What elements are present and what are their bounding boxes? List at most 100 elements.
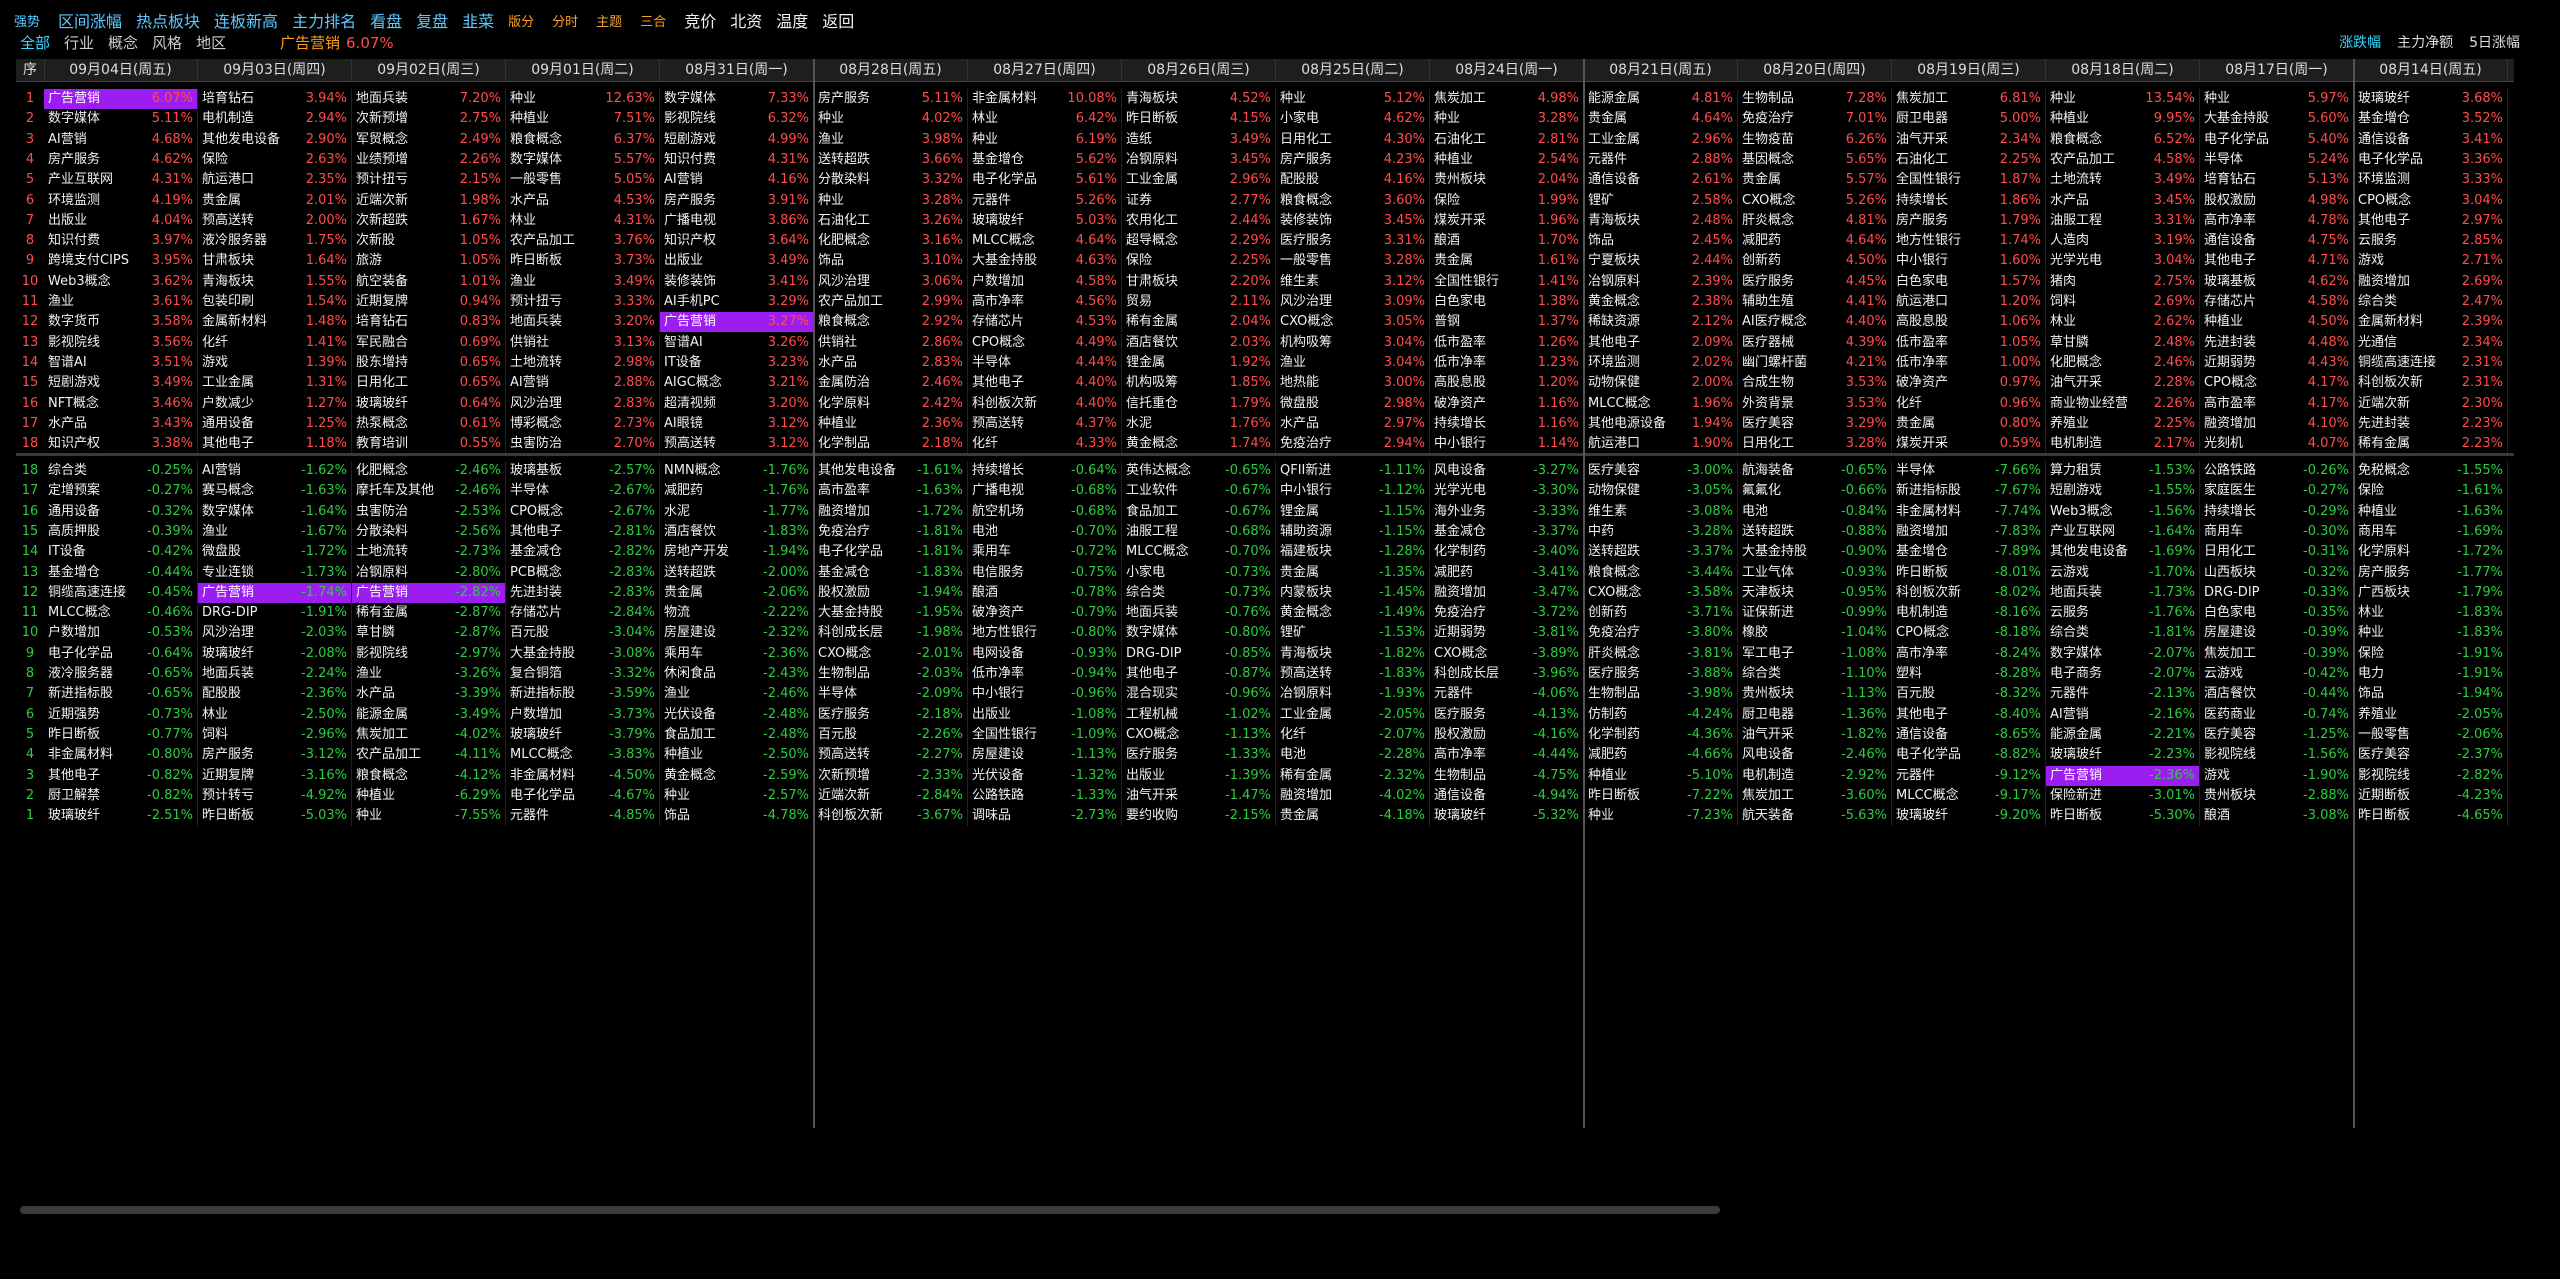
sector-cell[interactable]: 电子化学品 -8.82% <box>1892 745 2046 766</box>
sector-cell[interactable]: 复合铜箔 -3.32% <box>506 664 660 684</box>
sector-cell[interactable]: 饰品 2.45% <box>1584 231 1738 252</box>
menu-item[interactable]: 连板新高 <box>214 8 278 32</box>
sector-cell[interactable]: 山西板块 -0.32% <box>2200 562 2354 583</box>
sector-cell[interactable]: 高市净率 4.78% <box>2200 210 2354 231</box>
sector-cell[interactable]: 破净资产 -0.79% <box>968 603 1122 624</box>
sector-cell[interactable]: 数字媒体 7.33% <box>660 89 814 109</box>
sector-cell[interactable]: 水泥 -1.77% <box>660 501 814 522</box>
sector-cell[interactable]: 工业金属 2.96% <box>1122 170 1276 191</box>
sector-cell[interactable]: IT设备 -0.42% <box>44 542 198 563</box>
sector-cell[interactable]: 基金减仓 -2.82% <box>506 542 660 563</box>
sector-cell[interactable]: 中小银行 1.14% <box>1430 434 1584 455</box>
sector-cell[interactable]: 基金减仓 -1.83% <box>814 562 968 583</box>
sector-cell[interactable]: 户数增加 4.58% <box>968 271 1122 292</box>
sector-cell[interactable]: 云游戏 -0.42% <box>2200 664 2354 684</box>
sector-cell[interactable]: 医疗美容 -1.25% <box>2200 724 2354 745</box>
sector-cell[interactable]: 电机制造 -2.92% <box>1738 765 1892 786</box>
sector-cell[interactable]: 能源金属 -3.49% <box>352 704 506 725</box>
sector-cell[interactable]: 保险 2.63% <box>198 149 352 170</box>
sector-cell[interactable]: 玻璃玻纤 -2.08% <box>198 643 352 664</box>
sector-cell[interactable]: 其他电子 2.97% <box>2354 210 2508 231</box>
sector-cell[interactable]: 半导体 4.44% <box>968 352 1122 373</box>
sector-cell[interactable]: 近期弱势 4.43% <box>2200 352 2354 373</box>
sector-cell[interactable]: CXO概念 -1.13% <box>1122 724 1276 745</box>
sector-cell[interactable]: 高市净率 -4.44% <box>1430 745 1584 766</box>
sector-cell[interactable]: 包装印刷 1.54% <box>198 292 352 312</box>
filter-tab[interactable]: 风格 <box>152 32 182 53</box>
sector-cell[interactable]: 造纸 3.49% <box>1122 129 1276 150</box>
sector-cell[interactable]: 创新药 4.50% <box>1738 251 1892 272</box>
sector-cell[interactable]: 金属防治 2.46% <box>814 373 968 394</box>
sort-button[interactable]: 涨跌幅 <box>2339 32 2381 52</box>
sector-cell[interactable]: 航空机场 -0.68% <box>968 501 1122 522</box>
sector-cell[interactable]: 生物制品 -4.75% <box>1430 765 1584 786</box>
sector-cell[interactable]: 医疗美容 -2.37% <box>2354 745 2508 766</box>
sector-cell[interactable]: CPO概念 4.17% <box>2200 373 2354 394</box>
sector-cell[interactable]: 产业互联网 -1.64% <box>2046 521 2200 542</box>
sector-cell[interactable]: 股权激励 -4.16% <box>1430 724 1584 745</box>
sector-cell[interactable]: 免疫治疗 -3.80% <box>1584 623 1738 644</box>
sector-cell[interactable]: 农产品加工 4.58% <box>2046 149 2200 170</box>
sector-cell[interactable]: 电机制造 -8.16% <box>1892 603 2046 624</box>
sector-cell[interactable]: 新进指标股 -3.59% <box>506 684 660 705</box>
sector-cell[interactable]: 综合类 2.47% <box>2354 292 2508 312</box>
sector-cell[interactable]: 博彩概念 2.73% <box>506 413 660 434</box>
sector-cell[interactable]: 内蒙板块 -1.45% <box>1276 582 1430 603</box>
sector-cell[interactable]: 广告营销 6.07% <box>44 89 198 109</box>
sector-cell[interactable]: PCB概念 -2.83% <box>506 562 660 583</box>
sector-cell[interactable]: 昨日断板 -5.03% <box>198 806 352 827</box>
sector-cell[interactable]: 保险 1.99% <box>1430 190 1584 211</box>
sector-cell[interactable]: 游戏 2.71% <box>2354 251 2508 272</box>
sector-cell[interactable]: 粮食概念 3.60% <box>1276 190 1430 211</box>
sector-cell[interactable]: 数字媒体 5.11% <box>44 109 198 130</box>
sector-cell[interactable]: 其他电子 -0.82% <box>44 765 198 786</box>
sector-cell[interactable]: 贸易 2.11% <box>1122 292 1276 312</box>
sector-cell[interactable]: 新进指标股 -7.67% <box>1892 481 2046 502</box>
sector-cell[interactable]: 航天装备 -5.63% <box>1738 806 1892 827</box>
sector-cell[interactable]: 定增预案 -0.27% <box>44 481 198 502</box>
sector-cell[interactable]: 贵金属 -4.18% <box>1276 806 1430 827</box>
sector-cell[interactable]: 化学原料 2.42% <box>814 393 968 414</box>
sector-cell[interactable]: 存储芯片 -2.84% <box>506 603 660 624</box>
sector-cell[interactable]: 元器件 -4.85% <box>506 806 660 827</box>
sector-cell[interactable]: 低市净率 -0.94% <box>968 664 1122 684</box>
sector-cell[interactable]: 玻璃基板 4.62% <box>2200 271 2354 292</box>
sector-cell[interactable]: 稀有金属 2.04% <box>1122 312 1276 333</box>
sector-cell[interactable]: MLCC概念 -3.83% <box>506 745 660 766</box>
sector-cell[interactable]: 稀有金属 -2.87% <box>352 603 506 624</box>
sector-cell[interactable]: 房产服务 4.23% <box>1276 149 1430 170</box>
sector-cell[interactable]: 外资背景 3.53% <box>1738 393 1892 414</box>
sector-cell[interactable]: 土地流转 3.49% <box>2046 170 2200 191</box>
sector-cell[interactable]: 航运港口 2.35% <box>198 170 352 191</box>
sector-cell[interactable]: 渔业 3.61% <box>44 292 198 312</box>
sector-cell[interactable]: 广播电视 3.86% <box>660 210 814 231</box>
sector-cell[interactable]: 中小银行 -1.12% <box>1276 481 1430 502</box>
column-header[interactable]: 09月04日(周五) <box>44 59 198 81</box>
sector-cell[interactable]: 次新股 1.05% <box>352 231 506 252</box>
sector-cell[interactable]: 水产品 2.97% <box>1276 413 1430 434</box>
sector-cell[interactable]: 预高送转 -1.83% <box>1276 664 1430 684</box>
filter-tab[interactable]: 概念 <box>108 32 138 53</box>
sector-cell[interactable]: 水产品 3.45% <box>2046 190 2200 211</box>
sector-cell[interactable]: 电信服务 -0.75% <box>968 562 1122 583</box>
sector-cell[interactable]: 预计扭亏 3.33% <box>506 292 660 312</box>
sector-cell[interactable]: 游戏 1.39% <box>198 352 352 373</box>
sector-cell[interactable]: AI营销 4.16% <box>660 170 814 191</box>
sector-cell[interactable]: 林业 4.31% <box>506 210 660 231</box>
sector-cell[interactable]: 算力租赁 -1.53% <box>2046 461 2200 481</box>
sector-cell[interactable]: 免疫治疗 -3.72% <box>1430 603 1584 624</box>
sector-cell[interactable]: 影视院线 -2.97% <box>352 643 506 664</box>
sector-cell[interactable]: 种业 3.28% <box>1430 109 1584 130</box>
sector-cell[interactable]: 草甘膦 -2.87% <box>352 623 506 644</box>
sector-cell[interactable]: 送转超跌 -2.00% <box>660 562 814 583</box>
sector-cell[interactable]: 送转超跌 -3.37% <box>1584 542 1738 563</box>
sector-cell[interactable]: 航运港口 1.90% <box>1584 434 1738 455</box>
column-header[interactable]: 08月26日(周三) <box>1122 59 1276 81</box>
sector-cell[interactable]: 光伏设备 -2.48% <box>660 704 814 725</box>
sector-cell[interactable]: 专业连锁 -1.73% <box>198 562 352 583</box>
sector-cell[interactable]: 粮食概念 -3.44% <box>1584 562 1738 583</box>
sector-cell[interactable]: 房屋建设 -0.39% <box>2200 623 2354 644</box>
sector-cell[interactable]: 焦炭加工 4.98% <box>1430 89 1584 109</box>
sector-cell[interactable]: CPO概念 -2.67% <box>506 501 660 522</box>
sector-cell[interactable]: 农产品加工 -4.11% <box>352 745 506 766</box>
